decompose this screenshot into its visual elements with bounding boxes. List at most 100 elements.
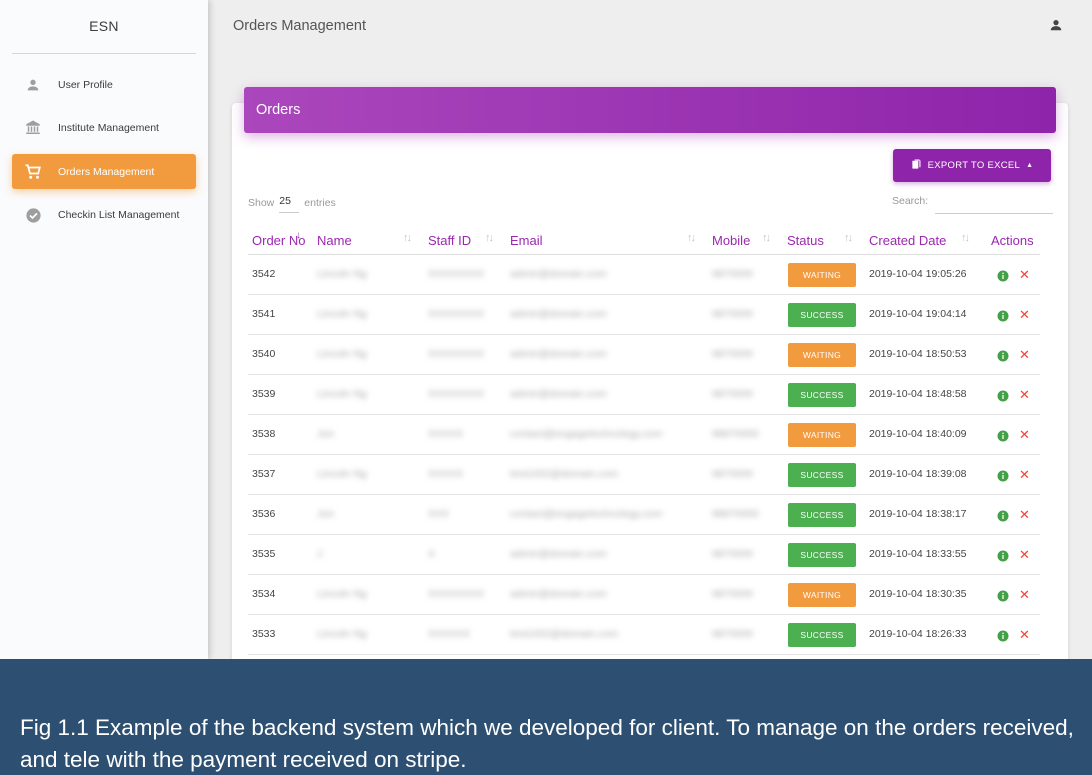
table-row[interactable]: 3536 Jon XXX contact@engagetechnology.com 98… bbox=[248, 495, 1040, 535]
name-cell: Jon bbox=[317, 428, 334, 440]
staff-id-cell: XXX bbox=[428, 508, 450, 520]
page-title: Orders Management bbox=[233, 18, 366, 34]
created-date-cell: 2019-10-04 18:40:09 bbox=[869, 428, 967, 440]
status-badge: WAITING bbox=[788, 423, 856, 447]
mobile-cell: 9870000 bbox=[712, 468, 753, 480]
email-cell: admin@domain.com bbox=[510, 548, 607, 560]
delete-icon[interactable]: ✕ bbox=[1019, 268, 1031, 281]
email-cell: contact@engagetechnology.com bbox=[510, 428, 663, 440]
status-badge: WAITING bbox=[788, 343, 856, 367]
staff-id-cell: XXXXXXXX bbox=[428, 268, 485, 280]
status-badge: SUCCESS bbox=[788, 303, 856, 327]
sort-icon[interactable]: ↑↓ bbox=[762, 232, 771, 244]
created-date-cell: 2019-10-04 18:50:53 bbox=[869, 348, 967, 360]
institution-icon bbox=[24, 119, 42, 137]
created-date-cell: 2019-10-04 18:30:35 bbox=[869, 588, 967, 600]
email-cell: contact@engagetechnology.com bbox=[510, 508, 663, 520]
info-icon[interactable] bbox=[997, 309, 1009, 322]
sort-desc-icon[interactable]: ↓ bbox=[296, 230, 301, 241]
info-icon[interactable] bbox=[997, 509, 1009, 522]
sort-icon[interactable]: ↑↓ bbox=[687, 232, 696, 244]
column-header-mobile[interactable]: Mobile bbox=[712, 233, 750, 248]
email-cell: admin@domain.com bbox=[510, 308, 607, 320]
delete-icon[interactable]: ✕ bbox=[1019, 548, 1031, 561]
order-no-cell: 3536 bbox=[252, 508, 276, 520]
info-icon[interactable] bbox=[997, 469, 1009, 482]
sidebar-item-label: Orders Management bbox=[58, 165, 155, 178]
table-row[interactable]: 3542 Lincoln Ng XXXXXXXX admin@domain.com 98… bbox=[248, 255, 1040, 295]
user-menu-button[interactable] bbox=[1049, 18, 1065, 34]
sort-icon[interactable]: ↑↓ bbox=[961, 232, 970, 244]
column-header-status[interactable]: Status bbox=[787, 233, 824, 248]
person-icon bbox=[1050, 20, 1062, 31]
info-icon[interactable] bbox=[997, 549, 1009, 562]
table-row[interactable]: 3539 Lincoln Ng XXXXXXXX admin@domain.com 98… bbox=[248, 375, 1040, 415]
table-row[interactable]: 3535 J Xadmin@domain.com 9870000 SUCCESS 2019… bbox=[248, 535, 1040, 575]
status-badge: WAITING bbox=[788, 263, 856, 287]
column-header-created-date[interactable]: Created Date bbox=[869, 233, 946, 248]
info-icon[interactable] bbox=[997, 349, 1009, 362]
mobile-cell: 98870000 bbox=[712, 428, 759, 440]
sidebar-item-checkin-list-management[interactable]: Checkin List Management bbox=[12, 198, 196, 233]
sidebar-item-label: Checkin List Management bbox=[58, 209, 180, 221]
check-circle-icon bbox=[24, 206, 42, 224]
order-no-cell: 3534 bbox=[252, 588, 276, 600]
info-icon[interactable] bbox=[997, 269, 1009, 282]
mobile-cell: 9870000 bbox=[712, 268, 753, 280]
name-cell: Jon bbox=[317, 508, 334, 520]
table-row[interactable]: 3541 Lincoln Ng XXXXXXXX admin@domain.com 98… bbox=[248, 295, 1040, 335]
sidebar-item-user-profile[interactable]: User Profile bbox=[12, 67, 196, 102]
search-input[interactable] bbox=[935, 190, 1053, 214]
email-cell: admin@domain.com bbox=[510, 268, 607, 280]
column-header-email[interactable]: Email bbox=[510, 233, 543, 248]
order-no-cell: 3541 bbox=[252, 308, 276, 320]
delete-icon[interactable]: ✕ bbox=[1019, 388, 1031, 401]
created-date-cell: 2019-10-04 19:05:26 bbox=[869, 268, 967, 280]
name-cell: Lincoln Ng bbox=[317, 628, 367, 640]
delete-icon[interactable]: ✕ bbox=[1019, 628, 1031, 641]
table-row[interactable]: 3540 Lincoln Ng XXXXXXXX admin@domain.com 98… bbox=[248, 335, 1040, 375]
figure-caption: Fig 1.1 Example of the backend system wh… bbox=[20, 715, 1074, 772]
column-header-staff-id[interactable]: Staff ID bbox=[428, 233, 471, 248]
staff-id-cell: X bbox=[428, 548, 436, 560]
delete-icon[interactable]: ✕ bbox=[1019, 588, 1031, 601]
status-badge: SUCCESS bbox=[788, 503, 856, 527]
info-icon[interactable] bbox=[997, 589, 1009, 602]
delete-icon[interactable]: ✕ bbox=[1019, 428, 1031, 441]
table-row[interactable]: 3533 Lincoln Ng XXXXXX test1002@domain.com 9… bbox=[248, 615, 1040, 655]
brand-logo[interactable]: ESN bbox=[0, 0, 208, 53]
sidebar-item-institute-management[interactable]: Institute Management bbox=[12, 111, 196, 146]
column-header-name[interactable]: Name bbox=[317, 233, 352, 248]
mobile-cell: 9870000 bbox=[712, 548, 753, 560]
mobile-cell: 9870000 bbox=[712, 308, 753, 320]
delete-icon[interactable]: ✕ bbox=[1019, 508, 1031, 521]
sort-icon[interactable]: ↑↓ bbox=[844, 232, 853, 244]
table-row[interactable]: 3537 Lincoln Ng XXXXX test1002@domain.com 98… bbox=[248, 455, 1040, 495]
order-no-cell: 3535 bbox=[252, 548, 276, 560]
table-row[interactable]: 3534 Lincoln Ng XXXXXXXX admin@domain.com 98… bbox=[248, 575, 1040, 615]
page-length-select[interactable]: 25 bbox=[279, 193, 300, 213]
created-date-cell: 2019-10-04 18:48:58 bbox=[869, 388, 967, 400]
info-icon[interactable] bbox=[997, 389, 1009, 402]
delete-icon[interactable]: ✕ bbox=[1019, 308, 1031, 321]
status-badge: WAITING bbox=[788, 583, 856, 607]
table-header: Order No ↓ Name ↑↓ Staff ID ↑↓ Email ↑↓ … bbox=[248, 226, 1040, 255]
name-cell: Lincoln Ng bbox=[317, 468, 367, 480]
sort-icon[interactable]: ↑↓ bbox=[485, 232, 494, 244]
sort-icon[interactable]: ↑↓ bbox=[403, 232, 412, 244]
delete-icon[interactable]: ✕ bbox=[1019, 348, 1031, 361]
export-to-excel-button[interactable]: EXPORT TO EXCEL ▲ bbox=[893, 149, 1051, 182]
created-date-cell: 2019-10-04 18:33:55 bbox=[869, 548, 967, 560]
delete-icon[interactable]: ✕ bbox=[1019, 468, 1031, 481]
staff-id-cell: XXXXXXXX bbox=[428, 588, 485, 600]
table-row[interactable]: 3538 Jon XXXXX contact@engagetechnology.com… bbox=[248, 415, 1040, 455]
staff-id-cell: XXXXXX bbox=[428, 628, 471, 640]
orders-table: Order No ↓ Name ↑↓ Staff ID ↑↓ Email ↑↓ … bbox=[248, 226, 1040, 655]
mobile-cell: 9870000 bbox=[712, 348, 753, 360]
sidebar-item-orders-management[interactable]: Orders Management bbox=[12, 154, 196, 189]
info-icon[interactable] bbox=[997, 629, 1009, 642]
cart-icon bbox=[24, 163, 42, 181]
card-header: Orders bbox=[244, 87, 1056, 133]
sidebar-nav: User Profile Institute Management Orders… bbox=[12, 67, 196, 241]
info-icon[interactable] bbox=[997, 429, 1009, 442]
